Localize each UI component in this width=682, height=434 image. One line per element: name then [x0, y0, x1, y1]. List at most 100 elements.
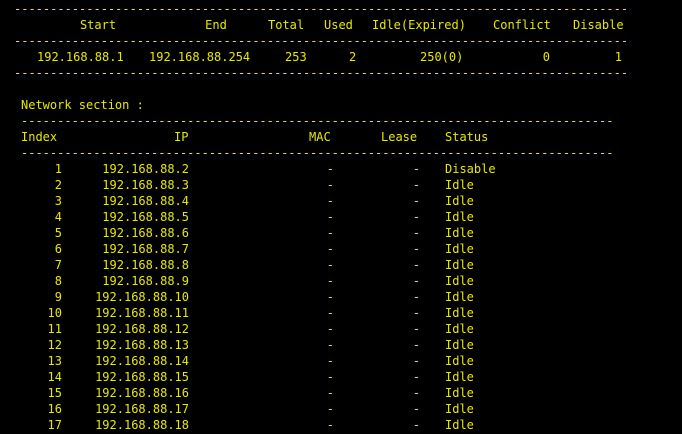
summary-header-used: Used [324, 18, 353, 32]
row-lease: - [412, 242, 420, 256]
row-index: 12 [47, 338, 62, 352]
row-status: Idle [445, 402, 474, 416]
row-mac: - [326, 386, 334, 400]
row-index: 16 [47, 402, 62, 416]
row-status: Idle [445, 242, 474, 256]
row-mac: - [326, 290, 334, 304]
summary-value-end: 192.168.88.254 [149, 50, 251, 64]
row-index: 6 [54, 242, 62, 256]
summary-header-total: Total [268, 18, 305, 32]
row-lease: - [412, 258, 420, 272]
row-lease: - [412, 178, 420, 192]
row-ip: 192.168.88.6 [102, 226, 189, 240]
row-mac: - [326, 162, 334, 176]
summary-value-start: 192.168.88.1 [37, 50, 124, 64]
row-index: 1 [54, 162, 62, 176]
row-index: 17 [47, 418, 62, 432]
row-mac: - [326, 194, 334, 208]
row-status: Idle [445, 194, 474, 208]
row-mac: - [326, 306, 334, 320]
row-status: Idle [445, 210, 474, 224]
row-index: 11 [47, 322, 62, 336]
row-mac: - [326, 274, 334, 288]
row-mac: - [326, 178, 334, 192]
row-mac: - [326, 418, 334, 432]
row-status: Idle [445, 338, 474, 352]
row-status: Idle [445, 178, 474, 192]
row-lease: - [412, 322, 420, 336]
row-lease: - [412, 402, 420, 416]
summary-value-used: 2 [349, 50, 357, 64]
row-index: 14 [47, 370, 62, 384]
summary-header-idle: Idle(Expired) [372, 18, 466, 32]
row-status: Idle [445, 290, 474, 304]
row-ip: 192.168.88.13 [95, 338, 189, 352]
row-index: 8 [54, 274, 62, 288]
row-ip: 192.168.88.3 [102, 178, 189, 192]
row-mac: - [326, 338, 334, 352]
section-title: Network section : [21, 98, 144, 112]
row-ip: 192.168.88.4 [102, 194, 189, 208]
row-lease: - [412, 370, 420, 384]
row-mac: - [326, 354, 334, 368]
row-lease: - [412, 162, 420, 176]
row-index: 5 [54, 226, 62, 240]
row-ip: 192.168.88.17 [95, 402, 189, 416]
row-status: Idle [445, 418, 474, 432]
table-divider-header: ----------------------------------------… [21, 146, 613, 160]
row-ip: 192.168.88.16 [95, 386, 189, 400]
row-lease: - [412, 274, 420, 288]
row-mac: - [326, 258, 334, 272]
summary-divider-bottom: ----------------------------------------… [14, 66, 630, 80]
row-ip: 192.168.88.9 [102, 274, 189, 288]
summary-value-total: 253 [285, 50, 307, 64]
row-mac: - [326, 402, 334, 416]
row-mac: - [326, 226, 334, 240]
row-ip: 192.168.88.7 [102, 242, 189, 256]
row-index: 13 [47, 354, 62, 368]
row-mac: - [326, 370, 334, 384]
row-status: Idle [445, 274, 474, 288]
row-index: 15 [47, 386, 62, 400]
row-mac: - [326, 322, 334, 336]
row-index: 7 [54, 258, 62, 272]
summary-divider-mid: ----------------------------------------… [14, 34, 630, 48]
row-ip: 192.168.88.18 [95, 418, 189, 432]
column-header-ip: IP [174, 130, 189, 144]
row-lease: - [412, 354, 420, 368]
row-lease: - [412, 290, 420, 304]
row-ip: 192.168.88.14 [95, 354, 189, 368]
summary-value-disable: 1 [614, 50, 622, 64]
table-divider-top: ----------------------------------------… [21, 114, 613, 128]
summary-divider-top: ----------------------------------------… [14, 2, 630, 16]
row-lease: - [412, 306, 420, 320]
row-ip: 192.168.88.8 [102, 258, 189, 272]
row-status: Idle [445, 370, 474, 384]
row-lease: - [412, 338, 420, 352]
summary-header-disable: Disable [573, 18, 624, 32]
row-lease: - [412, 386, 420, 400]
terminal-window: ----------------------------------------… [0, 0, 682, 434]
row-ip: 192.168.88.12 [95, 322, 189, 336]
column-header-index: Index [21, 130, 58, 144]
row-ip: 192.168.88.5 [102, 210, 189, 224]
row-lease: - [412, 210, 420, 224]
row-status: Idle [445, 386, 474, 400]
row-index: 9 [54, 290, 62, 304]
row-ip: 192.168.88.2 [102, 162, 189, 176]
column-header-lease: Lease [381, 130, 418, 144]
row-mac: - [326, 242, 334, 256]
column-header-mac: MAC [309, 130, 331, 144]
row-status: Idle [445, 322, 474, 336]
row-status: Idle [445, 226, 474, 240]
summary-value-conflict: 0 [542, 50, 550, 64]
row-ip: 192.168.88.11 [95, 306, 189, 320]
row-status: Disable [445, 162, 496, 176]
row-lease: - [412, 194, 420, 208]
row-lease: - [412, 418, 420, 432]
summary-header-start: Start [79, 18, 117, 32]
row-ip: 192.168.88.15 [95, 370, 189, 384]
row-mac: - [326, 210, 334, 224]
row-status: Idle [445, 354, 474, 368]
row-index: 4 [54, 210, 62, 224]
